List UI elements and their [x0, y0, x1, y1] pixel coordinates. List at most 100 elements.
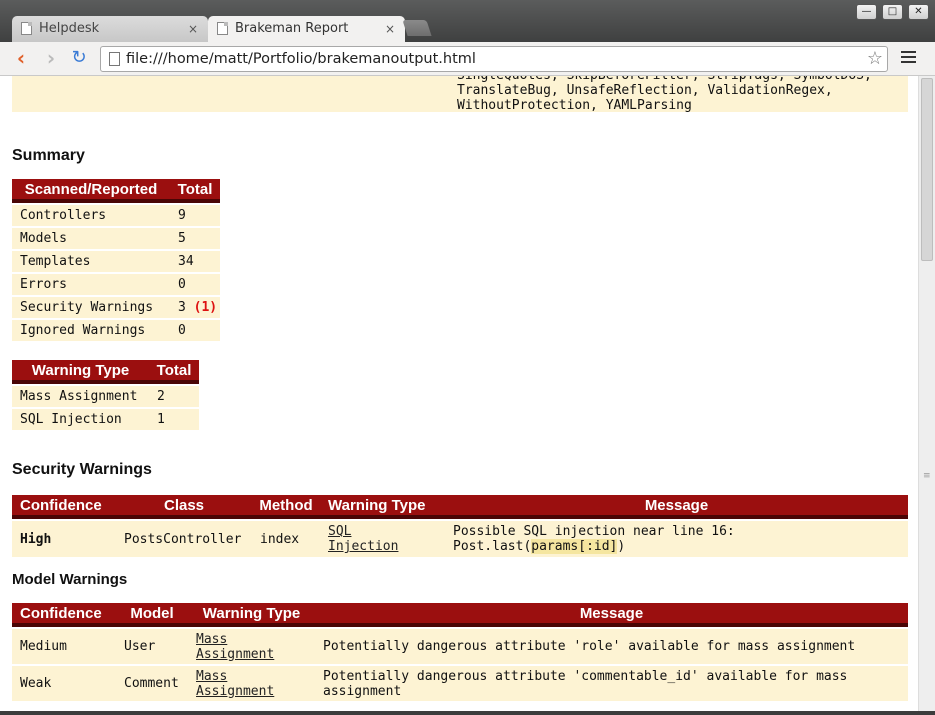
- browser-toolbar: ‹ › ↻ file:///home/matt/Portfolio/brakem…: [0, 42, 935, 76]
- table-row: Security Warnings 3 (1): [12, 297, 220, 318]
- column-header: Class: [116, 495, 252, 519]
- total-value: 3: [178, 300, 186, 315]
- link-line: SQL: [328, 524, 352, 539]
- table-row: Controllers 9: [12, 205, 220, 226]
- column-header: Message: [315, 603, 908, 627]
- message-cell[interactable]: Possible SQL injection near line 16: Post…: [445, 521, 908, 557]
- warning-type-cell: Mass Assignment: [188, 629, 315, 664]
- scrollbar-thumb[interactable]: [921, 78, 933, 261]
- column-header: Total: [170, 179, 220, 203]
- warning-type-cell: SQL Injection: [320, 521, 445, 557]
- security-warnings-heading: Security Warnings: [12, 461, 152, 478]
- column-header: Confidence: [12, 495, 116, 519]
- checks-list: SingleQuotes, SkipBeforeFilter, StripTag…: [457, 76, 872, 113]
- code-highlight: params[:id]: [531, 539, 618, 554]
- page-viewport: SingleQuotes, SkipBeforeFilter, StripTag…: [0, 76, 918, 711]
- column-header: Confidence: [12, 603, 116, 627]
- model-warnings-table: Confidence Model Warning Type Message Me…: [12, 601, 908, 703]
- row-label: Templates: [12, 251, 170, 272]
- table-row: Templates 34: [12, 251, 220, 272]
- table-row: Ignored Warnings 0: [12, 320, 220, 341]
- column-header: Warning Type: [188, 603, 315, 627]
- back-icon[interactable]: ‹: [10, 48, 32, 70]
- model-cell: User: [116, 629, 188, 664]
- table-row: Weak Comment Mass Assignment Potentially …: [12, 666, 908, 701]
- model-cell: Comment: [116, 666, 188, 701]
- menu-icon[interactable]: [901, 51, 916, 65]
- tab-brakeman-report[interactable]: Brakeman Report ×: [208, 16, 405, 42]
- row-total: 2: [149, 386, 199, 407]
- message-text: Possible SQL injection near line 16:: [453, 524, 735, 539]
- method-cell: index: [252, 521, 320, 557]
- new-tab-button[interactable]: [402, 20, 432, 36]
- vertical-scrollbar[interactable]: ≡: [918, 76, 935, 711]
- link-line: Mass: [196, 631, 228, 647]
- tab-title: Helpdesk: [39, 21, 100, 36]
- message-cell[interactable]: Potentially dangerous attribute 'role' a…: [315, 629, 908, 664]
- confidence-cell: High: [12, 521, 116, 557]
- row-label: Mass Assignment: [12, 386, 149, 407]
- warning-type-table: Warning Type Total Mass Assignment 2 SQL…: [12, 358, 199, 432]
- column-header: Warning Type: [12, 360, 149, 384]
- row-total: 5: [170, 228, 220, 249]
- link-line: Injection: [328, 539, 399, 554]
- close-window-button[interactable]: ✕: [908, 4, 929, 20]
- confidence-cell: Medium: [12, 629, 116, 664]
- row-label: SQL Injection: [12, 409, 149, 430]
- message-text: assignment: [323, 683, 402, 699]
- row-total: 1: [149, 409, 199, 430]
- table-row: Errors 0: [12, 274, 220, 295]
- row-total: 0: [170, 274, 220, 295]
- summary-table: Scanned/Reported Total Controllers 9 Mod…: [12, 177, 220, 343]
- column-header: Total: [149, 360, 199, 384]
- close-tab-icon[interactable]: ×: [385, 16, 395, 42]
- resize-grip-icon: ≡: [923, 471, 931, 481]
- warning-type-link[interactable]: SQL Injection: [328, 524, 398, 554]
- page-icon: [217, 22, 228, 35]
- row-label: Ignored Warnings: [12, 320, 170, 341]
- class-cell: PostsController: [116, 521, 252, 557]
- row-label: Errors: [12, 274, 170, 295]
- link-line: Assignment: [196, 646, 275, 662]
- window-bottom-border: [0, 711, 935, 715]
- warning-type-cell: Mass Assignment: [188, 666, 315, 701]
- code-text: ): [617, 539, 626, 554]
- column-header: Model: [116, 603, 188, 627]
- address-bar[interactable]: file:///home/matt/Portfolio/brakemanoutp…: [100, 46, 888, 72]
- confidence-cell: Weak: [12, 666, 116, 701]
- ignored-count-badge[interactable]: (1): [194, 300, 217, 315]
- column-header: Message: [445, 495, 908, 519]
- column-header: Warning Type: [320, 495, 445, 519]
- tab-helpdesk[interactable]: Helpdesk ×: [12, 16, 208, 42]
- reload-icon[interactable]: ↻: [68, 48, 90, 70]
- warning-type-link[interactable]: Mass Assignment: [196, 632, 274, 662]
- page-icon: [109, 52, 120, 66]
- bookmark-star-icon[interactable]: ☆: [867, 47, 883, 71]
- link-line: Assignment: [196, 683, 275, 699]
- checks-block: SingleQuotes, SkipBeforeFilter, StripTag…: [12, 76, 908, 113]
- row-total: 0: [170, 320, 220, 341]
- row-total: 9: [170, 205, 220, 226]
- browser-titlebar: Helpdesk × Brakeman Report × — □ ✕: [0, 0, 935, 42]
- page-icon: [21, 22, 32, 35]
- close-tab-icon[interactable]: ×: [188, 16, 198, 42]
- table-row: Models 5: [12, 228, 220, 249]
- url-text[interactable]: file:///home/matt/Portfolio/brakemanoutp…: [126, 47, 476, 71]
- forward-icon[interactable]: ›: [40, 48, 62, 70]
- table-row: SQL Injection 1: [12, 409, 199, 430]
- summary-heading: Summary: [12, 147, 85, 164]
- message-text: Potentially dangerous attribute 'comment…: [323, 668, 848, 684]
- warning-type-link[interactable]: Mass Assignment: [196, 669, 274, 699]
- table-row: Mass Assignment 2: [12, 386, 199, 407]
- table-row: Medium User Mass Assignment Potentially d…: [12, 629, 908, 664]
- code-text: Post.last(: [453, 539, 532, 554]
- row-label: Models: [12, 228, 170, 249]
- message-cell[interactable]: Potentially dangerous attribute 'comment…: [315, 666, 908, 701]
- row-label: Security Warnings: [12, 297, 170, 318]
- column-header: Scanned/Reported: [12, 179, 170, 203]
- column-header: Method: [252, 495, 320, 519]
- row-total: 34: [170, 251, 220, 272]
- maximize-button[interactable]: □: [882, 4, 903, 20]
- model-warnings-heading: Model Warnings: [12, 571, 128, 588]
- minimize-button[interactable]: —: [856, 4, 877, 20]
